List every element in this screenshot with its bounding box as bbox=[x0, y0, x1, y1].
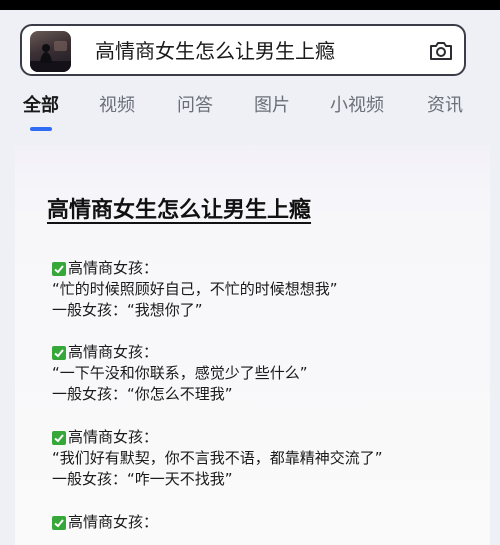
tab-all[interactable]: 全部 bbox=[23, 94, 59, 118]
tab-short-video[interactable]: 小视频 bbox=[330, 94, 384, 118]
search-bar[interactable]: 高情商女生怎么让男生上瘾 bbox=[20, 24, 466, 76]
item-normal: 一般女孩：“咋一天不找我” bbox=[52, 470, 233, 488]
search-query[interactable]: 高情商女生怎么让男生上瘾 bbox=[95, 38, 335, 64]
tab-images[interactable]: 图片 bbox=[254, 94, 290, 118]
item-heading: 高情商女孩： bbox=[68, 513, 159, 531]
list-item: 高情商女孩： “我们好有默契，你不言我不语，都靠精神交流了” 一般女孩：“咋一天… bbox=[52, 427, 482, 490]
item-normal: 一般女孩：“你怎么不理我” bbox=[52, 385, 233, 403]
list-item: 高情商女孩： bbox=[52, 512, 482, 533]
item-normal: 一般女孩：“我想你了” bbox=[52, 301, 203, 319]
item-heading: 高情商女孩： bbox=[68, 343, 159, 361]
item-quote: “我们好有默契，你不言我不语，都靠精神交流了” bbox=[52, 449, 383, 467]
list-item: 高情商女孩： “一下午没和你联系，感觉少了些什么” 一般女孩：“你怎么不理我” bbox=[52, 342, 482, 405]
tab-news[interactable]: 资讯 bbox=[427, 94, 463, 118]
item-quote: “一下午没和你联系，感觉少了些什么” bbox=[52, 364, 308, 382]
item-heading: 高情商女孩： bbox=[68, 259, 159, 277]
avatar[interactable] bbox=[30, 31, 71, 72]
active-tab-indicator bbox=[30, 127, 52, 131]
list-item: 高情商女孩： “忙的时候照顾好自己，不忙的时候想想我” 一般女孩：“我想你了” bbox=[52, 258, 482, 321]
check-mark-icon bbox=[52, 430, 66, 445]
check-mark-icon bbox=[52, 345, 66, 360]
item-heading: 高情商女孩： bbox=[68, 428, 159, 446]
check-mark-icon bbox=[52, 515, 66, 530]
status-bar bbox=[0, 0, 500, 10]
article-title[interactable]: 高情商女生怎么让男生上瘾 bbox=[47, 196, 311, 226]
tab-video[interactable]: 视频 bbox=[99, 94, 135, 118]
avatar-silhouette-icon bbox=[30, 41, 71, 72]
camera-icon[interactable] bbox=[427, 37, 455, 65]
item-quote: “忙的时候照顾好自己，不忙的时候想想我” bbox=[52, 280, 338, 298]
tab-qa[interactable]: 问答 bbox=[177, 94, 213, 118]
check-mark-icon bbox=[52, 261, 66, 276]
tab-bar: 全部 视频 问答 图片 小视频 资讯 bbox=[0, 88, 500, 134]
